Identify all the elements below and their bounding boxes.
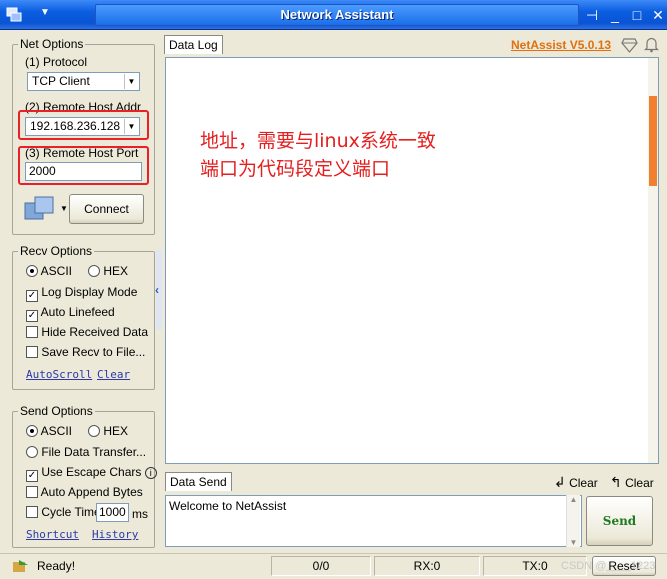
cycle-time-label: Cycle Time [41,505,101,519]
recv-hex-radio[interactable]: HEX [88,264,128,278]
autoscroll-link[interactable]: AutoScroll [26,368,92,381]
checkmark-icon[interactable]: ✓ [26,290,38,302]
pin-icon[interactable]: ⊣ [582,6,602,25]
recv-clear-link[interactable]: Clear [97,368,130,381]
cycle-unit-label: ms [132,507,148,521]
status-rx: RX:0 [374,556,480,576]
radio-checked[interactable] [26,425,38,437]
hide-received-label: Hide Received Data [41,325,149,339]
save-recv-label: Save Recv to File... [41,345,146,359]
cycle-time-checkbox[interactable]: Cycle Time [26,505,101,519]
watermark: CSDN @____1223 [561,560,656,572]
log-display-mode-checkbox[interactable]: ✓ Log Display Mode [26,285,137,302]
scroll-down-icon[interactable]: ▼ [567,538,580,547]
protocol-select[interactable]: TCP Client ▼ [27,72,140,91]
protocol-value: TCP Client [32,74,90,88]
annotation-line2: 端口为代码段定义端口 [200,158,391,180]
protocol-label: (1) Protocol [25,55,88,69]
history-link[interactable]: History [92,528,138,541]
escape-chars-label: Use Escape Chars [41,465,142,479]
connect-button[interactable]: Connect [69,194,144,224]
checkbox-empty[interactable] [26,346,38,358]
clear-counter-button[interactable]: ↰ Clear [610,474,654,491]
auto-linefeed-label: Auto Linefeed [40,305,115,319]
scroll-up-icon[interactable]: ▲ [567,495,580,504]
radio-unchecked[interactable] [26,446,38,458]
clear-counter-label: Clear [625,476,654,490]
log-scrollbar[interactable] [648,58,658,463]
checkmark-icon[interactable]: ✓ [26,470,38,482]
maximize-button[interactable]: □ [627,6,647,25]
tab-data-log[interactable]: Data Log [164,35,223,54]
chevron-down-icon[interactable]: ▼ [60,204,68,213]
system-menu-arrow-icon[interactable]: ▼ [40,7,50,18]
checkmark-icon[interactable]: ✓ [26,310,38,322]
window-title: Network Assistant [95,4,579,26]
save-recv-checkbox[interactable]: Save Recv to File... [26,345,145,359]
auto-append-label: Auto Append Bytes [40,485,143,499]
checkbox-empty[interactable] [26,506,38,518]
log-display-mode-label: Log Display Mode [41,285,138,299]
radio-unchecked[interactable] [88,265,100,277]
chevron-left-icon[interactable]: ‹ [155,283,159,297]
up-arrow-icon: ↰ [610,474,622,490]
return-arrow-icon: ↲ [554,474,566,490]
send-hex-radio[interactable]: HEX [88,424,128,438]
send-ascii-label: ASCII [40,424,73,438]
annotation-line1: 地址，需要与linux系统一致 [200,130,436,152]
version-link[interactable]: NetAssist V5.0.13 [511,38,611,52]
recv-ascii-label: ASCII [40,264,73,278]
send-options-legend: Send Options [20,404,93,418]
status-ready: Ready! [37,559,76,573]
auto-linefeed-checkbox[interactable]: ✓ Auto Linefeed [26,305,115,322]
file-transfer-label: File Data Transfer... [41,445,147,459]
tab-data-send[interactable]: Data Send [165,472,232,491]
cycle-time-input[interactable]: 1000 [96,503,129,522]
close-button[interactable]: ✕ [648,6,667,25]
send-button[interactable]: Send [586,496,653,546]
title-bar: ▼ Network Assistant ⊣ _ □ ✕ [0,0,667,30]
addr-highlight-box [18,110,149,140]
send-hex-label: HEX [103,424,129,438]
data-log-area[interactable] [165,57,659,464]
file-transfer-radio[interactable]: File Data Transfer... [26,445,146,459]
recv-hex-label: HEX [103,264,129,278]
clear-send-label: Clear [569,476,598,490]
chevron-down-icon[interactable]: ▼ [124,74,138,89]
app-icon[interactable] [6,6,22,22]
info-icon[interactable]: i [144,467,157,479]
recv-options-legend: Recv Options [20,244,93,258]
minimize-button[interactable]: _ [605,6,625,25]
checkbox-empty[interactable] [26,326,38,338]
radio-unchecked[interactable] [88,425,100,437]
diamond-icon[interactable] [621,37,638,53]
bell-icon[interactable] [643,36,660,53]
port-highlight-box [18,146,149,185]
send-scrollbar[interactable]: ▲ ▼ [566,495,580,547]
checkbox-empty[interactable] [26,486,38,498]
network-connect-icon[interactable] [24,195,56,225]
radio-checked[interactable] [26,265,38,277]
hide-received-checkbox[interactable]: Hide Received Data [26,325,148,339]
escape-chars-checkbox[interactable]: ✓ Use Escape Chars i [26,465,157,482]
recv-ascii-radio[interactable]: ASCII [26,264,72,278]
net-options-legend: Net Options [20,37,84,51]
send-text-area[interactable]: Welcome to NetAssist [165,495,582,547]
status-icon [13,560,28,572]
log-scroll-thumb[interactable] [649,96,657,186]
shortcut-link[interactable]: Shortcut [26,528,79,541]
send-ascii-radio[interactable]: ASCII [26,424,72,438]
auto-append-checkbox[interactable]: Auto Append Bytes [26,485,143,499]
status-bar: Ready! 0/0 RX:0 TX:0 Reset CSDN @____122… [0,553,667,579]
status-count: 0/0 [271,556,371,576]
clear-send-button[interactable]: ↲ Clear [554,474,598,491]
